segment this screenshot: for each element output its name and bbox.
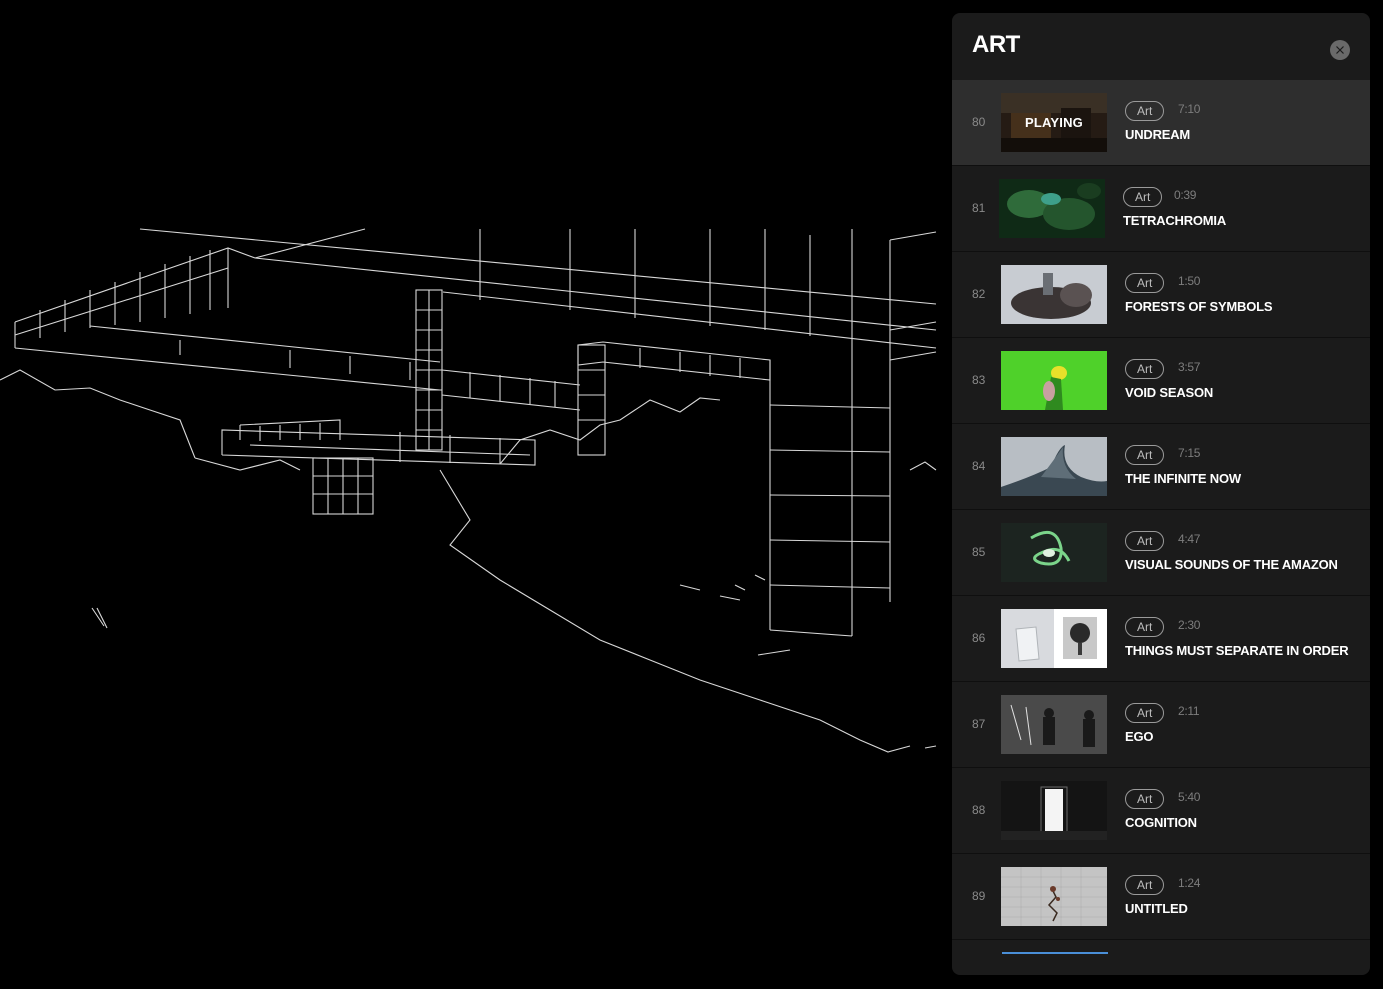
video-title: UNTITLED [1125, 901, 1188, 916]
green-foliage-photo [999, 179, 1105, 238]
playlist-list: 80 PLAYING Art 7:10 UNDREAM 81 Art 0:39 … [952, 80, 1370, 940]
video-title: UNDREAM [1125, 127, 1191, 142]
item-index: 81 [972, 201, 986, 215]
glowing-monolith-photo [1001, 781, 1107, 840]
category-tag[interactable]: Art [1125, 359, 1165, 379]
list-item[interactable]: 81 Art 0:39 TETRACHROMIA [952, 166, 1370, 252]
video-title: THINGS MUST SEPARATE IN ORDER [1125, 643, 1349, 658]
item-index: 83 [972, 373, 986, 387]
category-tag[interactable]: Art [1125, 531, 1165, 551]
silhouettes-photo [1001, 695, 1107, 754]
duration: 4:47 [1178, 532, 1201, 546]
scroll-indicator [1002, 952, 1108, 954]
video-title: VOID SEASON [1125, 385, 1214, 400]
close-icon [1336, 46, 1344, 54]
duration: 7:15 [1178, 446, 1201, 460]
list-item[interactable]: 89 Art 1:24 UNTITLED [952, 854, 1370, 940]
item-index: 85 [972, 545, 986, 559]
category-tag[interactable]: Art [1125, 101, 1165, 121]
duration: 5:40 [1178, 790, 1201, 804]
video-thumbnail[interactable] [1001, 609, 1107, 668]
video-thumbnail[interactable] [999, 179, 1105, 238]
category-tag[interactable]: Art [1125, 875, 1165, 895]
video-thumbnail[interactable] [1001, 265, 1107, 324]
category-tag[interactable]: Art [1125, 789, 1165, 809]
close-button[interactable] [1330, 40, 1350, 60]
item-index: 80 [972, 115, 986, 129]
chair-and-fan-photo [1001, 609, 1107, 668]
playing-label: PLAYING [1001, 93, 1107, 152]
category-tag[interactable]: Art [1125, 617, 1165, 637]
list-item[interactable]: 83 Art 3:57 VOID SEASON [952, 338, 1370, 424]
category-tag[interactable]: Art [1125, 273, 1165, 293]
video-title: THE INFINITE NOW [1125, 471, 1241, 486]
item-index: 84 [972, 459, 986, 473]
category-tag[interactable]: Art [1123, 187, 1163, 207]
item-index: 89 [972, 889, 986, 903]
video-thumbnail[interactable] [1001, 695, 1107, 754]
video-thumbnail[interactable] [1001, 437, 1107, 496]
flower-on-grid-photo [1001, 867, 1107, 926]
list-item[interactable]: 88 Art 5:40 COGNITION [952, 768, 1370, 854]
sculpture-photo [1001, 265, 1107, 324]
item-index: 87 [972, 717, 986, 731]
panel-title: ART [972, 31, 1020, 58]
list-item[interactable]: 84 Art 7:15 THE INFINITE NOW [952, 424, 1370, 510]
category-tag[interactable]: Art [1125, 445, 1165, 465]
video-title: FORESTS OF SYMBOLS [1125, 299, 1273, 314]
list-item[interactable]: 87 Art 2:11 EGO [952, 682, 1370, 768]
duration: 3:57 [1178, 360, 1201, 374]
video-title: COGNITION [1125, 815, 1197, 830]
panel-header: ART [952, 13, 1370, 80]
green-screen-photo [1001, 351, 1107, 410]
video-thumbnail[interactable]: PLAYING [1001, 93, 1107, 152]
item-index: 88 [972, 803, 986, 817]
video-player[interactable] [0, 0, 940, 989]
playlist-panel: ART 80 PLAYING Art 7:10 UNDREAM 81 Art 0… [952, 13, 1370, 975]
duration: 7:10 [1178, 102, 1201, 116]
swirl-render [1001, 523, 1107, 582]
list-item[interactable]: 86 Art 2:30 THINGS MUST SEPARATE IN ORDE… [952, 596, 1370, 682]
duration: 0:39 [1174, 188, 1197, 202]
video-title: VISUAL SOUNDS OF THE AMAZON [1125, 557, 1338, 572]
video-thumbnail[interactable] [1001, 867, 1107, 926]
duration: 1:50 [1178, 274, 1201, 288]
wireframe-video-frame [0, 228, 937, 753]
wave-photo [1001, 437, 1107, 496]
list-item[interactable]: 85 Art 4:47 VISUAL SOUNDS OF THE AMAZON [952, 510, 1370, 596]
duration: 2:11 [1178, 704, 1200, 718]
duration: 2:30 [1178, 618, 1201, 632]
video-thumbnail[interactable] [1001, 351, 1107, 410]
list-item[interactable]: 82 Art 1:50 FORESTS OF SYMBOLS [952, 252, 1370, 338]
video-title: TETRACHROMIA [1123, 213, 1227, 228]
item-index: 82 [972, 287, 986, 301]
item-index: 86 [972, 631, 986, 645]
list-item-playing[interactable]: 80 PLAYING Art 7:10 UNDREAM [952, 80, 1370, 166]
video-thumbnail[interactable] [1001, 781, 1107, 840]
video-thumbnail[interactable] [1001, 523, 1107, 582]
category-tag[interactable]: Art [1125, 703, 1165, 723]
video-title: EGO [1125, 729, 1154, 744]
duration: 1:24 [1178, 876, 1201, 890]
